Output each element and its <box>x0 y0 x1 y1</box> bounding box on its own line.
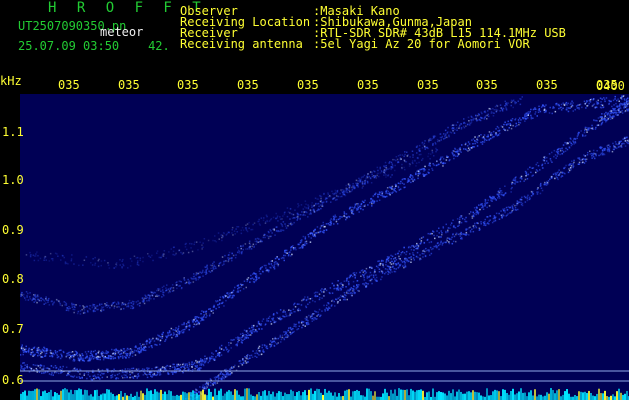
meteor-trace <box>19 95 629 362</box>
spectrogram-traces <box>19 95 629 400</box>
meteor-trace <box>185 136 629 400</box>
event-type: meteor <box>100 25 144 39</box>
info-labels: Observer Receiving Location Receiver Rec… <box>180 5 310 51</box>
x-tick: 035 <box>536 78 558 92</box>
y-tick: 0.8 <box>2 272 24 286</box>
spectrogram-plot <box>19 94 629 400</box>
noise-floor-bar <box>20 388 629 400</box>
y-tick: 0.6 <box>2 373 24 387</box>
meteor-trace <box>25 147 439 269</box>
x-tick-last: 0400 <box>596 79 625 93</box>
date-time-value: 25.07.09 03:50 <box>18 39 120 53</box>
x-tick: 035 <box>118 78 140 92</box>
y-tick: 0.7 <box>2 322 24 336</box>
x-tick: 035 <box>476 78 498 92</box>
x-tick: 035 <box>177 78 199 92</box>
meteor-trace <box>20 96 523 315</box>
spectrogram-window: H R O F F T UT2507090350.pn meteor 25.07… <box>0 0 629 400</box>
x-tick: 035 <box>357 78 379 92</box>
antenna-label: Receiving antenna <box>180 37 303 51</box>
y-tick: 1.0 <box>2 173 24 187</box>
x-tick: 035 <box>297 78 319 92</box>
meteor-trace <box>19 99 629 381</box>
info-values: :Masaki Kano :Shibukawa,Gunma,Japan :RTL… <box>313 5 566 51</box>
antenna-value: :5el Yagi Az 20 for Aomori VOR <box>313 37 530 51</box>
unit-label: kHz <box>0 74 22 88</box>
x-tick: 035 <box>417 78 439 92</box>
count-value: 42. <box>148 39 170 53</box>
y-tick: 1.1 <box>2 125 24 139</box>
x-tick: 035 <box>58 78 80 92</box>
y-tick: 0.9 <box>2 223 24 237</box>
date-time: 25.07.09 03:50 42. <box>18 40 170 52</box>
x-tick: 035 <box>237 78 259 92</box>
